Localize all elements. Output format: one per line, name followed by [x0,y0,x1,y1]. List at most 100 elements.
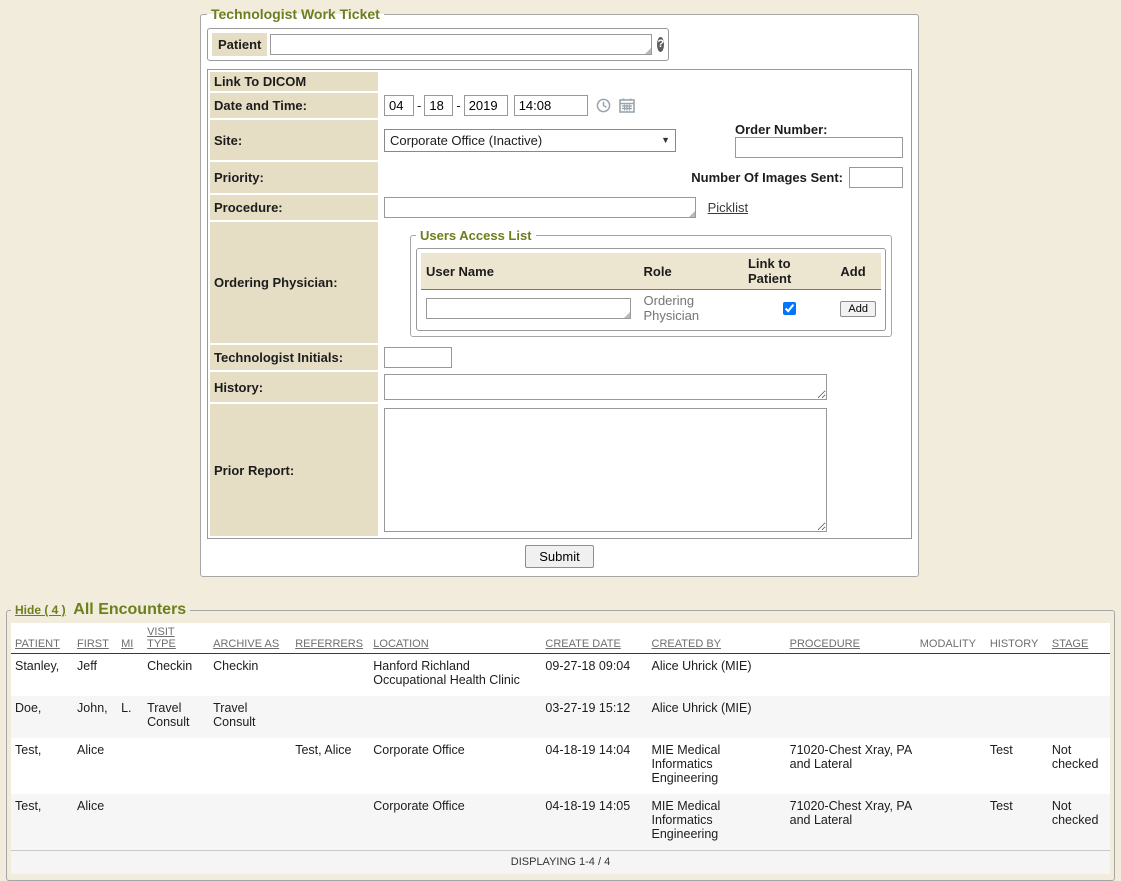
col-visit-type[interactable]: VISIT TYPE [143,623,209,654]
help-icon[interactable]: ? [657,37,664,52]
cell-archive-as [209,738,291,794]
procedure-input[interactable] [384,197,696,218]
order-number-label: Order Number: [735,122,903,137]
history-label: History: [210,372,378,402]
encounter-row: Stanley, Jeff Checkin Checkin Hanford Ri… [11,654,1110,697]
col-location[interactable]: LOCATION [369,623,541,654]
history-textarea[interactable] [384,374,827,400]
technologist-initials-input[interactable] [384,347,452,368]
patient-label: Patient [212,33,267,56]
history-row: History: [210,372,909,402]
displaying-count: DISPLAYING 1-4 / 4 [11,851,1110,875]
cell-location: Corporate Office [369,738,541,794]
cell-created-by: Alice Uhrick (MIE) [648,696,786,738]
users-access-list-title: Users Access List [416,228,536,243]
add-user-button[interactable]: Add [840,301,876,317]
col-user-name: User Name [421,253,639,290]
encounter-row: Doe, John, L. Travel Consult Travel Cons… [11,696,1110,738]
col-role: Role [639,253,743,290]
technologist-initials-label: Technologist Initials: [210,345,378,370]
site-select[interactable]: Corporate Office (Inactive) ▼ [384,129,676,152]
user-name-input[interactable] [426,298,631,319]
technologist-initials-row: Technologist Initials: [210,345,909,370]
ordering-physician-label: Ordering Physician: [210,222,378,343]
procedure-row: Procedure: Picklist [210,195,909,220]
cell-created-by: MIE Medical Informatics Engineering [648,738,786,794]
link-to-patient-checkbox[interactable] [783,302,796,315]
date-year-input[interactable] [464,95,508,116]
cell-mi: L. [117,696,143,738]
cell-patient: Test, [11,794,73,851]
col-procedure[interactable]: PROCEDURE [786,623,916,654]
images-sent-label: Number Of Images Sent: [691,170,843,185]
cell-visit-type [143,794,209,851]
users-access-list-box: User Name Role Link to Patient Add [416,248,886,331]
cell-history: Test [986,794,1048,851]
cell-stage [1048,696,1110,738]
picklist-link[interactable]: Picklist [708,200,748,215]
cell-archive-as: Travel Consult [209,696,291,738]
patient-search-box: Patient ? [207,28,669,61]
col-archive-as[interactable]: ARCHIVE AS [209,623,291,654]
site-selected-value: Corporate Office (Inactive) [390,133,542,148]
cell-created-by: Alice Uhrick (MIE) [648,654,786,697]
order-number-input[interactable] [735,137,903,158]
cell-stage: Not checked [1048,738,1110,794]
ticket-title: Technologist Work Ticket [207,6,384,22]
encounters-footer-row: DISPLAYING 1-4 / 4 [11,851,1110,875]
cell-archive-as: Checkin [209,654,291,697]
cell-patient: Stanley, [11,654,73,697]
all-encounters-title: All Encounters [73,601,186,618]
col-stage[interactable]: STAGE [1048,623,1110,654]
cell-history [986,696,1048,738]
cell-procedure: 71020-Chest Xray, PA and Lateral [786,738,916,794]
cell-first: John, [73,696,117,738]
col-first[interactable]: FIRST [73,623,117,654]
date-month-input[interactable] [384,95,414,116]
images-sent-input[interactable] [849,167,903,188]
cell-procedure [786,696,916,738]
link-to-dicom-label: Link To DICOM [210,72,378,91]
cell-visit-type [143,738,209,794]
submit-button[interactable]: Submit [525,545,593,568]
cell-stage [1048,654,1110,697]
date-day-input[interactable] [424,95,453,116]
cell-history: Test [986,738,1048,794]
procedure-label: Procedure: [210,195,378,220]
cell-first: Alice [73,794,117,851]
cell-procedure [786,654,916,697]
prior-report-textarea[interactable] [384,408,827,532]
col-link-to-patient: Link to Patient [743,253,835,290]
cell-location [369,696,541,738]
col-referrers[interactable]: REFERRERS [291,623,369,654]
col-mi[interactable]: MI [117,623,143,654]
cell-create-date: 04-18-19 14:04 [541,738,647,794]
site-row: Site: Corporate Office (Inactive) ▼ Orde… [210,120,909,160]
cell-referrers [291,654,369,697]
users-access-row: Ordering Physician Add [421,290,881,327]
patient-input[interactable] [270,34,652,55]
cell-referrers: Test, Alice [291,738,369,794]
col-created-by[interactable]: CREATED BY [648,623,786,654]
encounter-row: Test, Alice Corporate Office 04-18-19 14… [11,794,1110,851]
col-create-date[interactable]: CREATE DATE [541,623,647,654]
chevron-down-icon: ▼ [661,135,670,145]
time-input[interactable] [514,95,588,116]
priority-label: Priority: [210,162,378,193]
cell-referrers [291,696,369,738]
col-modality: MODALITY [916,623,986,654]
clock-icon[interactable] [596,98,611,113]
cell-create-date: 03-27-19 15:12 [541,696,647,738]
priority-row: Priority: Number Of Images Sent: [210,162,909,193]
cell-mi [117,738,143,794]
cell-patient: Test, [11,738,73,794]
cell-location: Corporate Office [369,794,541,851]
cell-procedure: 71020-Chest Xray, PA and Lateral [786,794,916,851]
hide-encounters-link[interactable]: Hide ( 4 ) [15,603,66,617]
date-time-row: Date and Time: - - [210,93,909,118]
calendar-icon[interactable] [619,98,635,113]
cell-location: Hanford Richland Occupational Health Cli… [369,654,541,697]
cell-referrers [291,794,369,851]
col-patient[interactable]: PATIENT [11,623,73,654]
cell-mi [117,654,143,697]
